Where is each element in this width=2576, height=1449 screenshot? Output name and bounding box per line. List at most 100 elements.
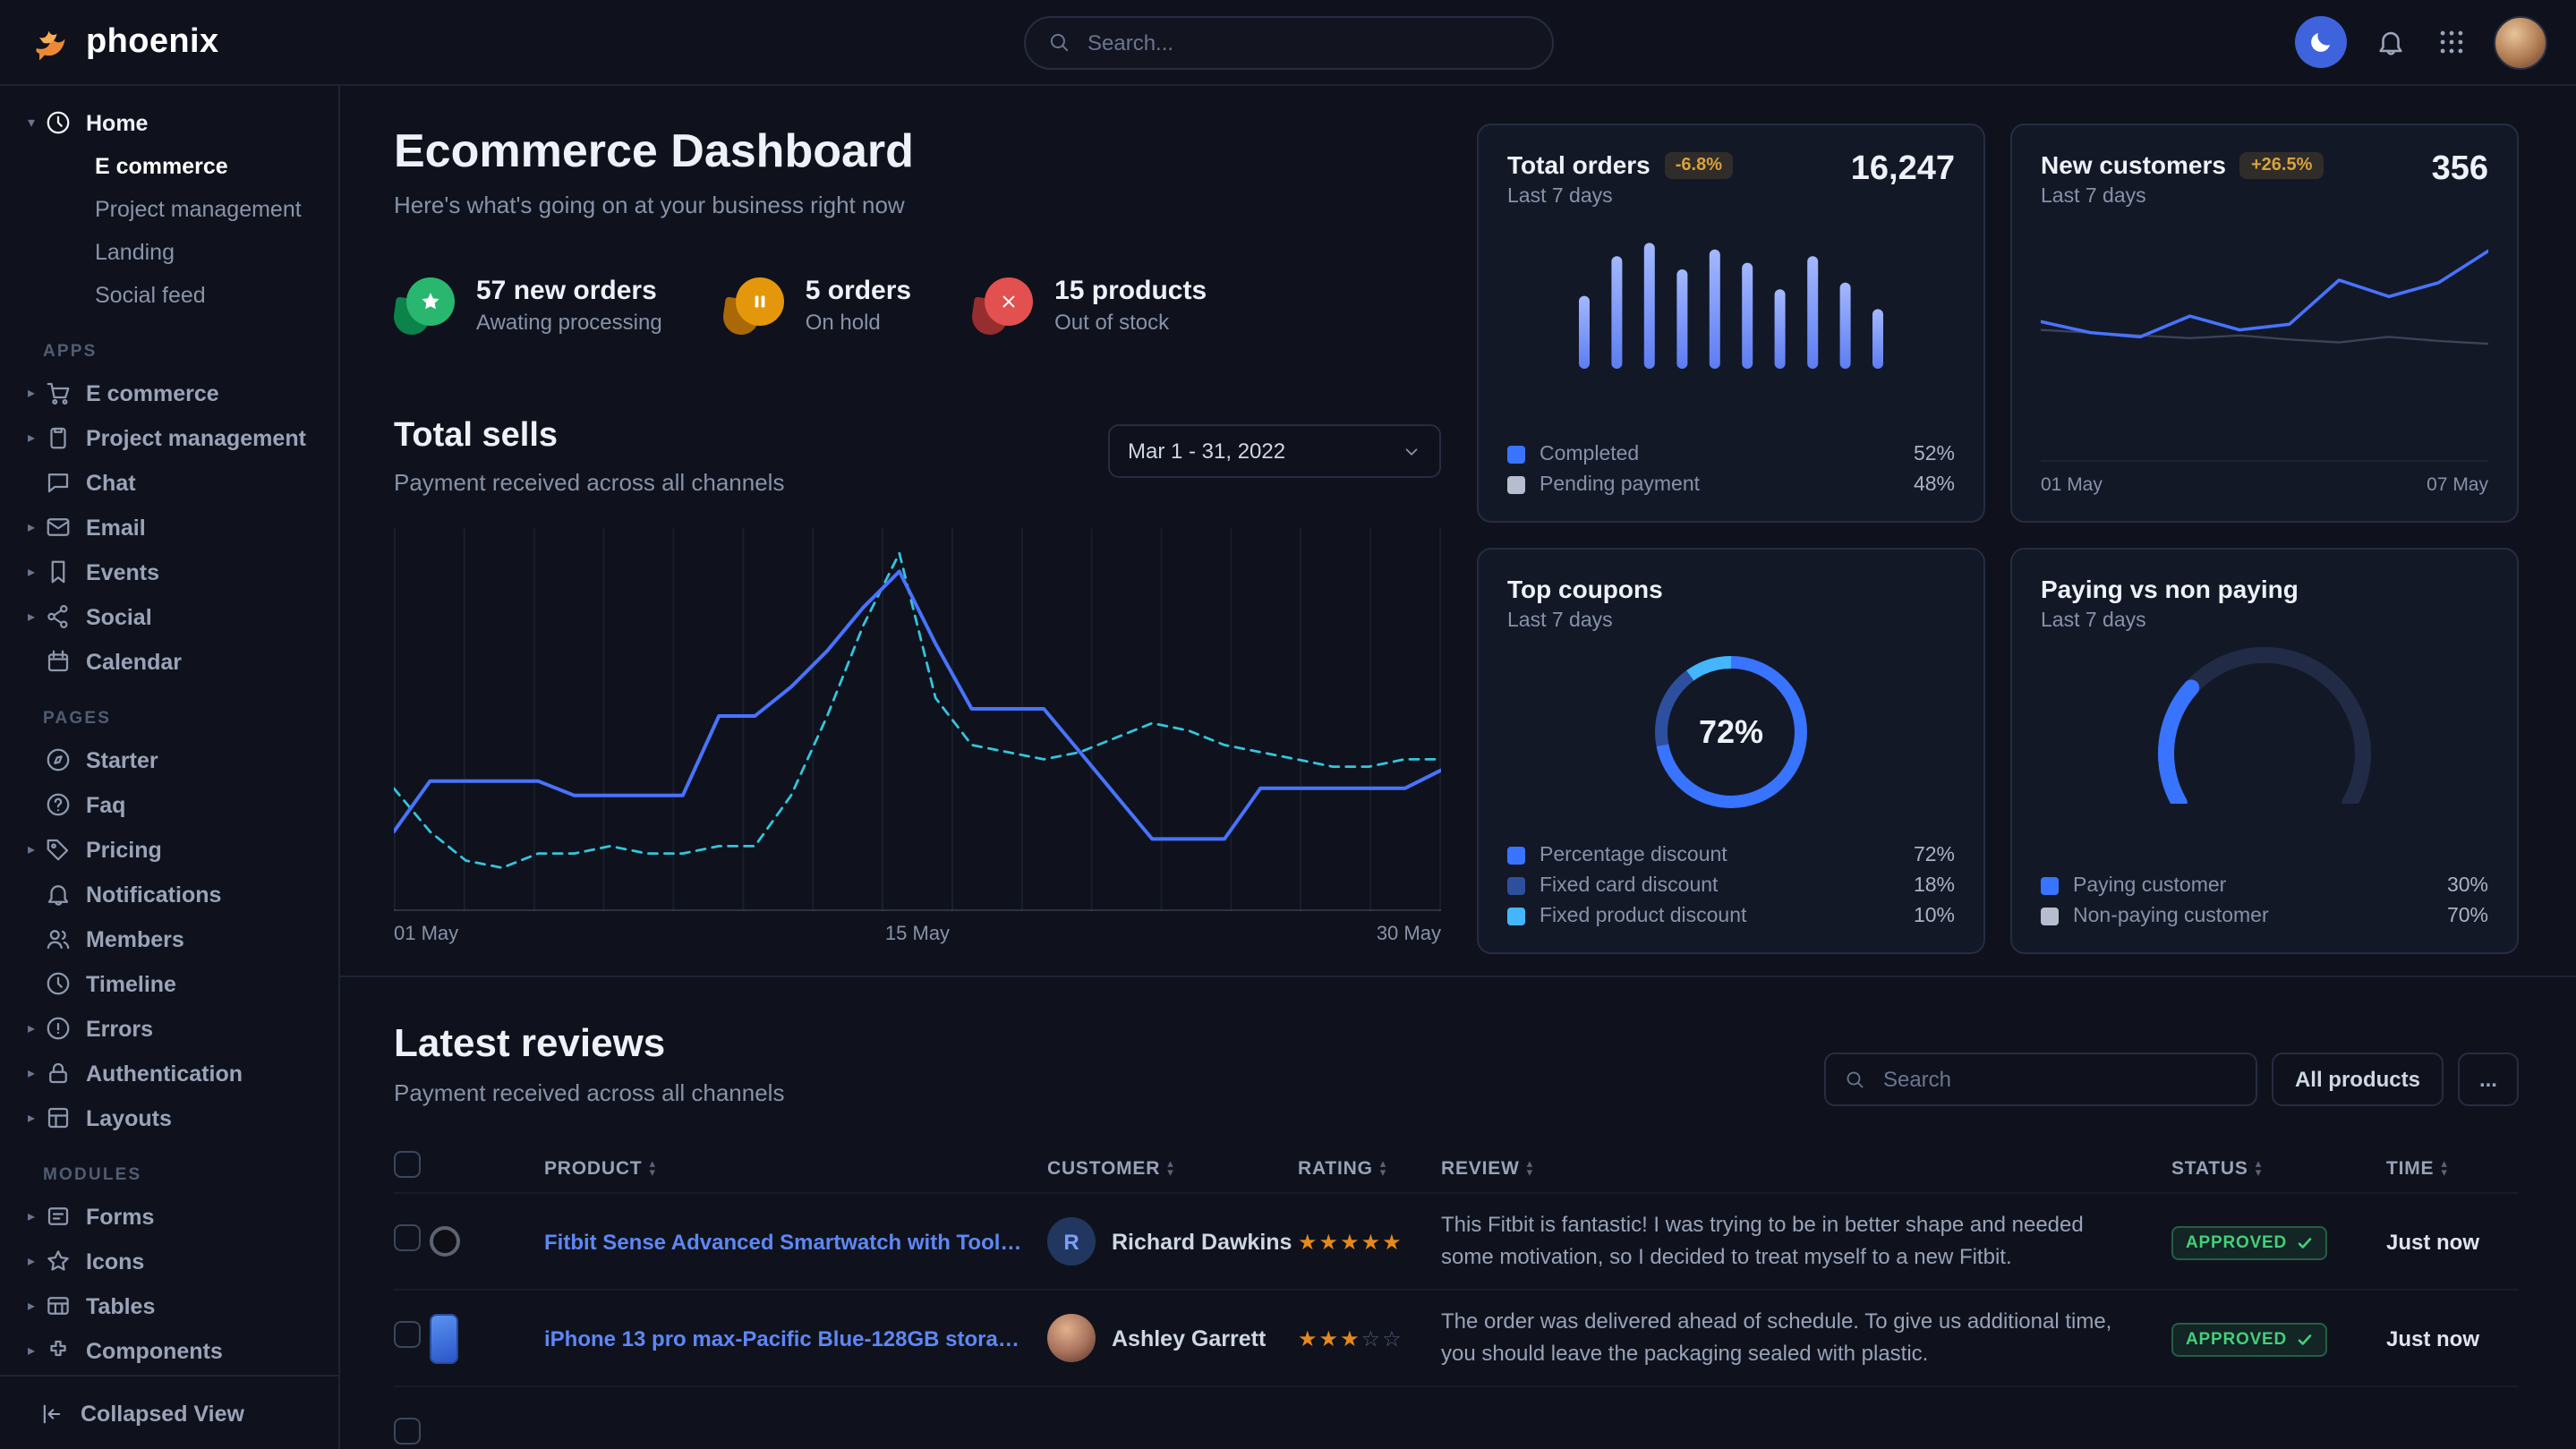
sidebar-item-project-management[interactable]: Project management — [0, 188, 338, 231]
column-header-status[interactable]: STATUS▴▾ — [2171, 1158, 2386, 1180]
table-row: iPhone 13 pro max-Pacific Blue-128GB sto… — [394, 1289, 2519, 1385]
navbar-actions — [2295, 15, 2547, 69]
total-orders-card: Total orders -6.8% Last 7 days 16,247 Co… — [1477, 124, 1985, 523]
sidebar-item-events[interactable]: ▸Events — [0, 550, 338, 594]
sidebar-item-home[interactable]: ▾Home — [0, 100, 338, 145]
theme-toggle-button[interactable] — [2295, 16, 2347, 68]
reviews-table: PRODUCT▴▾CUSTOMER▴▾RATING▴▾REVIEW▴▾STATU… — [394, 1146, 2519, 1449]
brand[interactable]: phoenix — [29, 21, 219, 64]
chat-icon — [45, 469, 72, 496]
sidebar-item-e-commerce[interactable]: ▸E commerce — [0, 371, 338, 415]
project-management-icon — [45, 424, 72, 451]
sidebar-item-calendar[interactable]: Calendar — [0, 639, 338, 684]
all-products-button[interactable]: All products — [2272, 1053, 2444, 1106]
caret-icon: ▸ — [21, 564, 41, 580]
sidebar-item-authentication[interactable]: ▸Authentication — [0, 1051, 338, 1095]
home-icon — [45, 109, 72, 136]
caret-icon: ▸ — [21, 1065, 41, 1081]
sort-icon: ▴▾ — [1380, 1160, 1386, 1178]
sidebar-item-members[interactable]: Members — [0, 916, 338, 961]
caret-icon: ▸ — [21, 519, 41, 535]
sidebar-item-timeline[interactable]: Timeline — [0, 961, 338, 1006]
sidebar-item-pricing[interactable]: ▸Pricing — [0, 827, 338, 872]
product-link[interactable]: iPhone 13 pro max-Pacific Blue-128GB sto… — [544, 1325, 1047, 1351]
notifications-icon — [45, 881, 72, 908]
tables-icon — [45, 1292, 72, 1319]
brand-name: phoenix — [86, 22, 219, 62]
caret-icon: ▸ — [21, 430, 41, 446]
column-header-time[interactable]: TIME▴▾ — [2386, 1158, 2519, 1180]
dashboard-top: Ecommerce Dashboard Here's what's going … — [340, 124, 2576, 977]
notifications-button[interactable] — [2372, 24, 2408, 60]
sidebar-item-errors[interactable]: ▸Errors — [0, 1006, 338, 1051]
reviews-subtitle: Payment received across all channels — [394, 1079, 784, 1106]
collapse-view-toggle[interactable]: Collapsed View — [0, 1375, 338, 1449]
stats-row: 57 new orders Awating processing 5 order… — [394, 276, 1441, 335]
card-period: Last 7 days — [1507, 610, 1955, 632]
reviews-search[interactable] — [1824, 1053, 2257, 1106]
review-time: Just now — [2386, 1229, 2519, 1254]
collapse-label: Collapsed View — [81, 1401, 244, 1426]
sidebar-item-e-commerce[interactable]: E commerce — [0, 145, 338, 188]
legend-item-completed: Completed52% — [1507, 444, 1955, 465]
sidebar-item-email[interactable]: ▸Email — [0, 505, 338, 550]
dashboard-cards: Total orders -6.8% Last 7 days 16,247 Co… — [1477, 124, 2519, 954]
status-badge: APPROVED — [2171, 1322, 2326, 1356]
sidebar-item-chat[interactable]: Chat — [0, 460, 338, 505]
sidebar-item-components[interactable]: ▸Components — [0, 1328, 338, 1373]
components-icon — [45, 1337, 72, 1364]
column-header-customer[interactable]: CUSTOMER▴▾ — [1047, 1158, 1298, 1180]
calendar-icon — [45, 648, 72, 675]
reviews-table-body: Fitbit Sense Advanced Smartwatch with To… — [394, 1192, 2519, 1449]
app-root: phoenix ▾HomeE commerceProject managemen… — [0, 0, 2576, 1449]
chevron-down-icon — [1402, 441, 1421, 461]
sidebar-item-notifications[interactable]: Notifications — [0, 872, 338, 916]
timeline-icon — [45, 970, 72, 997]
coupons-legend: Percentage discount72%Fixed card discoun… — [1507, 845, 1955, 927]
sidebar-item-social[interactable]: ▸Social — [0, 594, 338, 639]
sidebar-item-forms[interactable]: ▸Forms — [0, 1194, 338, 1239]
sidebar-item-layouts[interactable]: ▸Layouts — [0, 1095, 338, 1140]
row-checkbox[interactable] — [394, 1320, 421, 1347]
cust-x-left: 01 May — [2041, 474, 2103, 496]
rating-stars: ★★★☆☆ — [1298, 1322, 1441, 1354]
column-header-product[interactable]: PRODUCT▴▾ — [544, 1158, 1047, 1180]
pricing-icon — [45, 836, 72, 863]
date-range-value: Mar 1 - 31, 2022 — [1128, 439, 1285, 464]
sidebar-item-starter[interactable]: Starter — [0, 737, 338, 782]
column-header-rating[interactable]: RATING▴▾ — [1298, 1158, 1441, 1180]
select-all-checkbox[interactable] — [394, 1151, 421, 1178]
events-icon — [45, 558, 72, 585]
row-checkbox[interactable] — [394, 1223, 421, 1250]
date-range-select[interactable]: Mar 1 - 31, 2022 — [1108, 424, 1441, 478]
dashboard-left: Ecommerce Dashboard Here's what's going … — [394, 124, 1441, 954]
customer-name: Richard Dawkins — [1112, 1229, 1292, 1254]
global-search-input[interactable] — [1084, 28, 1530, 56]
card-title: New customers — [2041, 150, 2226, 179]
sidebar-item-faq[interactable]: Faq — [0, 782, 338, 827]
product-link[interactable]: Fitbit Sense Advanced Smartwatch with To… — [544, 1229, 1047, 1254]
sidebar-item-social-feed[interactable]: Social feed — [0, 274, 338, 317]
total-orders-value: 16,247 — [1851, 150, 1955, 190]
global-search[interactable] — [1023, 15, 1553, 69]
x-icon — [972, 277, 1033, 334]
icons-icon — [45, 1248, 72, 1274]
coupons-donut-chart: 72% — [1645, 646, 1817, 818]
legend-item-paying-customer: Paying customer30% — [2041, 875, 2488, 897]
main-content: Ecommerce Dashboard Here's what's going … — [340, 86, 2576, 1449]
user-avatar[interactable] — [2494, 15, 2547, 69]
row-checkbox[interactable] — [394, 1417, 421, 1444]
page-subtitle: Here's what's going on at your business … — [394, 192, 1441, 218]
sidebar-item-tables[interactable]: ▸Tables — [0, 1283, 338, 1328]
sidebar-item-project-management[interactable]: ▸Project management — [0, 415, 338, 460]
sort-icon: ▴▾ — [2441, 1160, 2447, 1178]
more-options-button[interactable]: ... — [2458, 1053, 2519, 1106]
column-header-review[interactable]: REVIEW▴▾ — [1441, 1158, 2171, 1180]
apps-grid-button[interactable] — [2433, 24, 2469, 60]
sidebar-item-landing[interactable]: Landing — [0, 231, 338, 274]
reviews-search-input[interactable] — [1880, 1065, 2238, 1094]
caret-icon: ▸ — [21, 1342, 41, 1359]
x-tick: 30 May — [1377, 924, 1441, 945]
sidebar-item-icons[interactable]: ▸Icons — [0, 1239, 338, 1283]
sidebar-section-pages: PAGES — [43, 709, 338, 729]
